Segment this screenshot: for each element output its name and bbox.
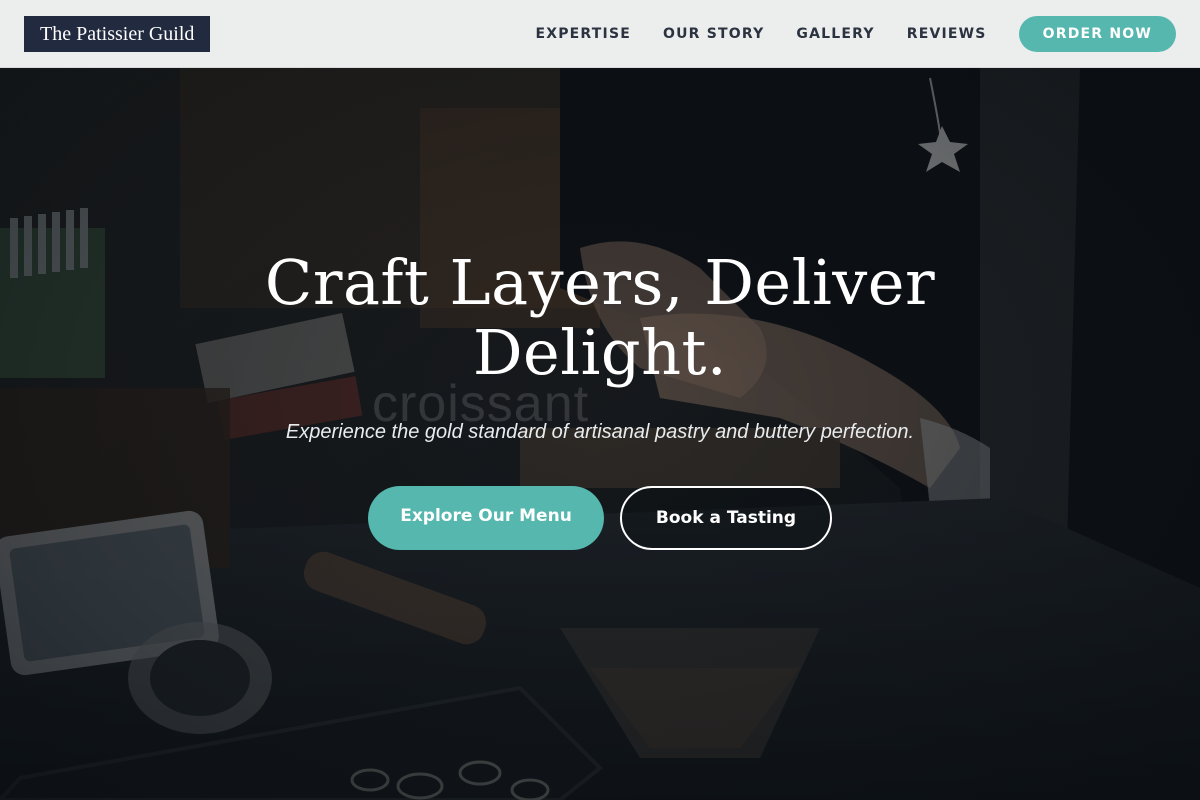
nav-link-expertise[interactable]: EXPERTISE (535, 26, 631, 42)
hero-title: Craft Layers, Deliver Delight. (150, 248, 1050, 388)
order-now-button[interactable]: ORDER NOW (1018, 16, 1176, 52)
nav-link-reviews[interactable]: REVIEWS (907, 26, 987, 42)
hero-title-line-2: Delight. (472, 316, 728, 389)
book-tasting-button[interactable]: Book a Tasting (620, 486, 832, 550)
explore-menu-button[interactable]: Explore Our Menu (368, 486, 604, 550)
hero-section: croissant Craft Layers, Deliver Delight.… (0, 68, 1200, 800)
hero-subtitle: Experience the gold standard of artisana… (285, 421, 915, 443)
main-nav: EXPERTISE OUR STORY GALLERY REVIEWS ORDE… (535, 0, 1176, 68)
site-logo[interactable]: The Patissier Guild (24, 16, 211, 52)
hero-title-line-1: Craft Layers, Deliver (264, 246, 936, 319)
nav-link-our-story[interactable]: OUR STORY (663, 26, 764, 42)
site-header: The Patissier Guild EXPERTISE OUR STORY … (0, 0, 1200, 68)
nav-link-gallery[interactable]: GALLERY (796, 26, 874, 42)
